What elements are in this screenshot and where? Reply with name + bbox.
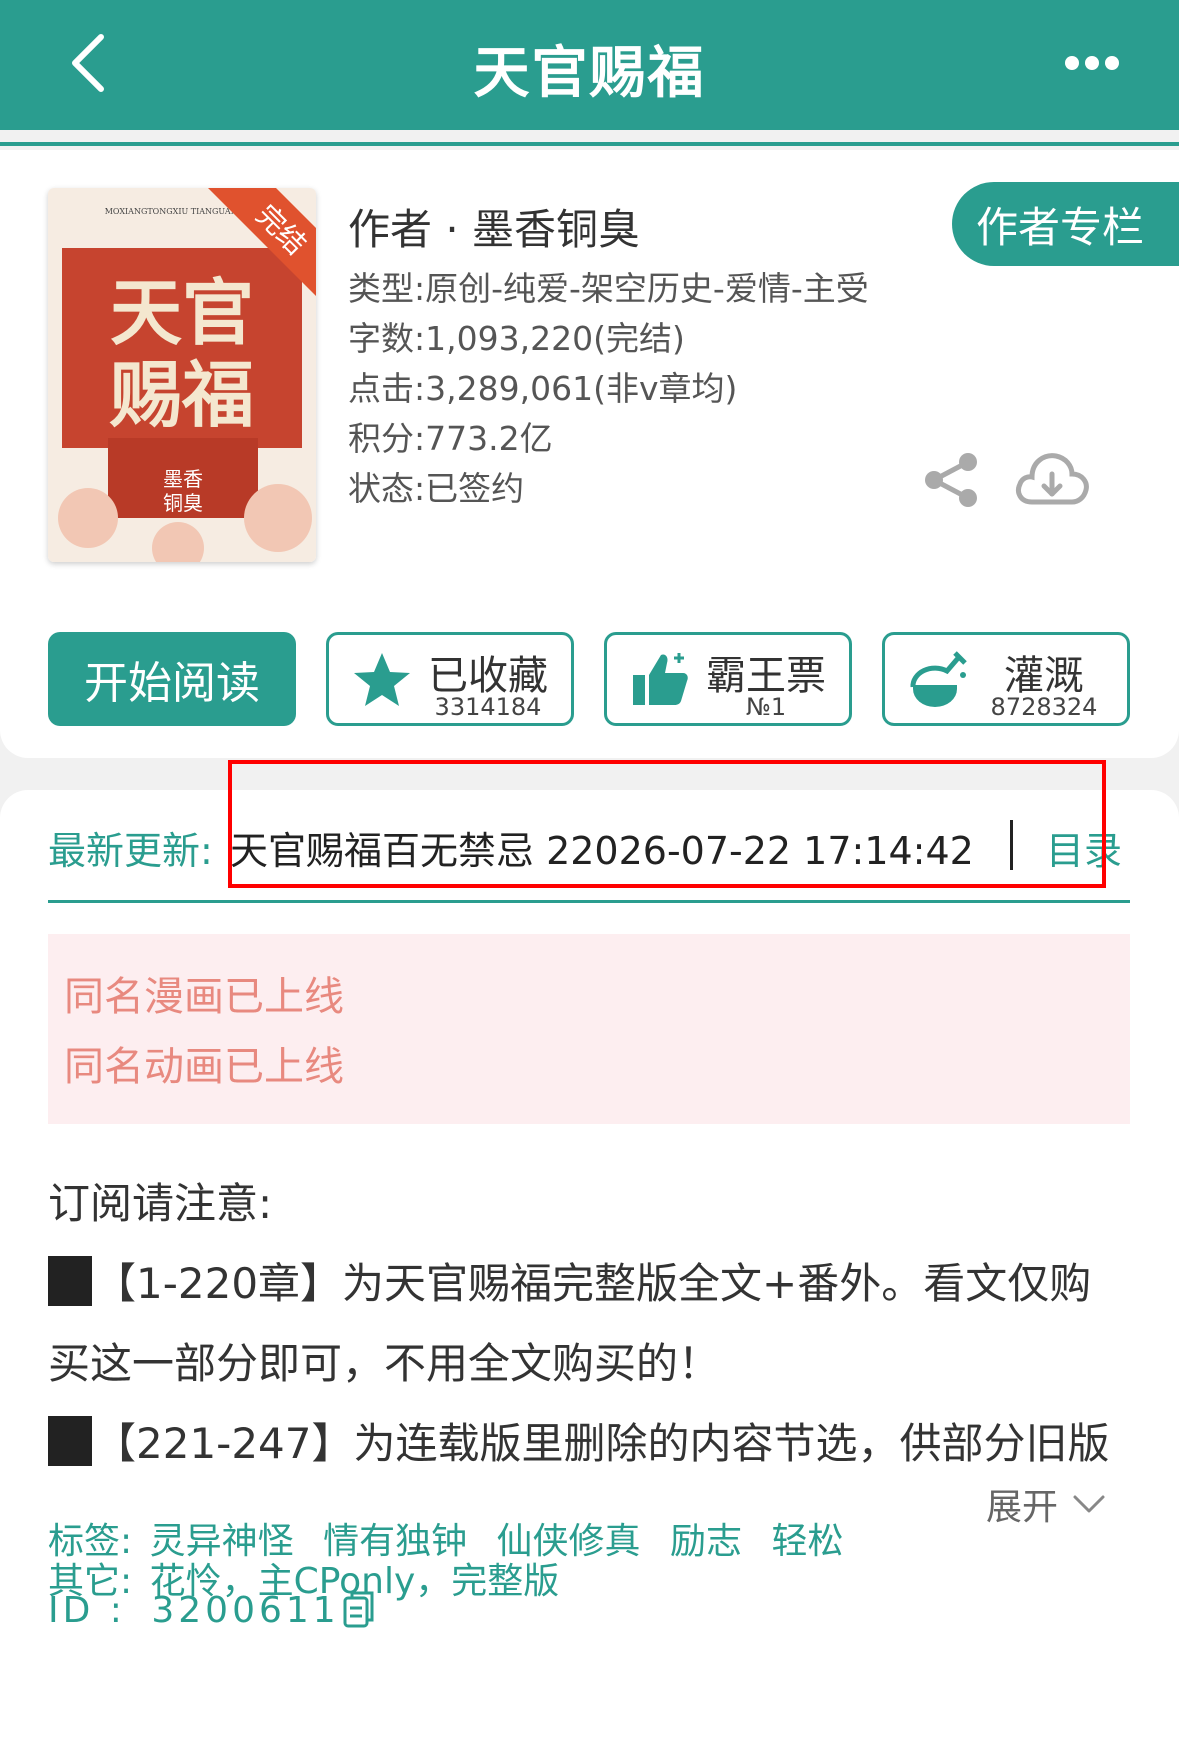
cover-author-2: 铜臭: [163, 491, 203, 515]
cover-title-top: 天官: [110, 270, 254, 355]
flask-icon: [910, 651, 967, 707]
notice-box: 同名漫画已上线 同名动画已上线: [48, 934, 1130, 1124]
nutrient-count: 8728324: [990, 693, 1098, 721]
more-button[interactable]: [1057, 38, 1127, 88]
book-word-count: 字数:1,093,220(完结): [348, 319, 685, 358]
book-status: 状态:已签约: [348, 469, 525, 508]
vote-button[interactable]: 霸王票 №1: [604, 632, 852, 726]
header-divider: [0, 142, 1179, 146]
book-type: 类型:原创-纯爱-架空历史-爱情-主受: [348, 269, 869, 308]
page-title: 天官赐福: [473, 41, 706, 106]
id-label: ID :: [48, 1590, 126, 1631]
chevron-down-icon: [1073, 1495, 1105, 1513]
id-value: 3200611: [151, 1590, 340, 1631]
black-square-icon: [48, 1256, 92, 1306]
description-title: 订阅请注意:: [48, 1179, 273, 1228]
author-name[interactable]: 作者 · 墨香铜臭: [348, 196, 640, 257]
vote-count: №1: [745, 693, 787, 721]
author-column-button[interactable]: 作者专栏: [952, 182, 1179, 266]
update-divider: [48, 900, 1130, 903]
description-line-3: 【221-247】为连载版里删除的内容节选，供部分旧版: [48, 1410, 1138, 1471]
description-line-2: 买这一部分即可，不用全文购买的！: [48, 1339, 721, 1388]
tag-item[interactable]: 励志: [670, 1521, 742, 1562]
book-score: 积分:773.2亿: [348, 419, 553, 458]
book-clicks: 点击:3,289,061(非v章均): [348, 369, 738, 408]
cloud-download-icon[interactable]: [1014, 448, 1090, 510]
copy-icon[interactable]: [342, 1590, 376, 1630]
notice-comic[interactable]: 同名漫画已上线: [64, 964, 344, 1022]
cover-author-1: 墨香: [163, 467, 203, 491]
tag-item[interactable]: 轻松: [771, 1521, 843, 1562]
id-row: ID : 3200611: [48, 1590, 340, 1631]
latest-update-label: 最新更新:: [48, 829, 213, 873]
description-line-1: 【1-220章】为天官赐福完整版全文+番外。看文仅购: [48, 1250, 1138, 1311]
expand-label: 展开: [986, 1487, 1059, 1528]
collect-button[interactable]: 已收藏 3314184: [326, 632, 574, 726]
highlight-box: [228, 760, 1106, 888]
start-reading-button[interactable]: 开始阅读: [48, 632, 296, 726]
expand-button[interactable]: 展开: [986, 1478, 1106, 1530]
black-square-icon: [48, 1416, 92, 1466]
cover-title-bottom: 赐福: [109, 352, 254, 437]
thumbs-up-icon: [633, 653, 688, 705]
cover-image: MOXIANGTONGXIU TIANGUANCIFU 天官 赐福 墨香 铜臭 …: [48, 188, 316, 562]
star-icon: [354, 653, 410, 706]
share-icon[interactable]: [922, 450, 982, 510]
book-detail-card: 最新更新: 天官赐福百无禁忌 22026-07-22 17:14:42 目录 同…: [0, 760, 1179, 1763]
notice-anime[interactable]: 同名动画已上线: [64, 1034, 344, 1092]
collect-count: 3314184: [434, 693, 542, 721]
top-navigation-bar: 天官赐福: [0, 0, 1179, 130]
more-horizontal-icon: [1065, 56, 1119, 70]
book-info-card: MOXIANGTONGXIU TIANGUANCIFU 天官 赐福 墨香 铜臭 …: [0, 150, 1179, 758]
book-cover[interactable]: MOXIANGTONGXIU TIANGUANCIFU 天官 赐福 墨香 铜臭 …: [48, 188, 316, 562]
nutrient-button[interactable]: 灌溉 8728324: [882, 632, 1130, 726]
